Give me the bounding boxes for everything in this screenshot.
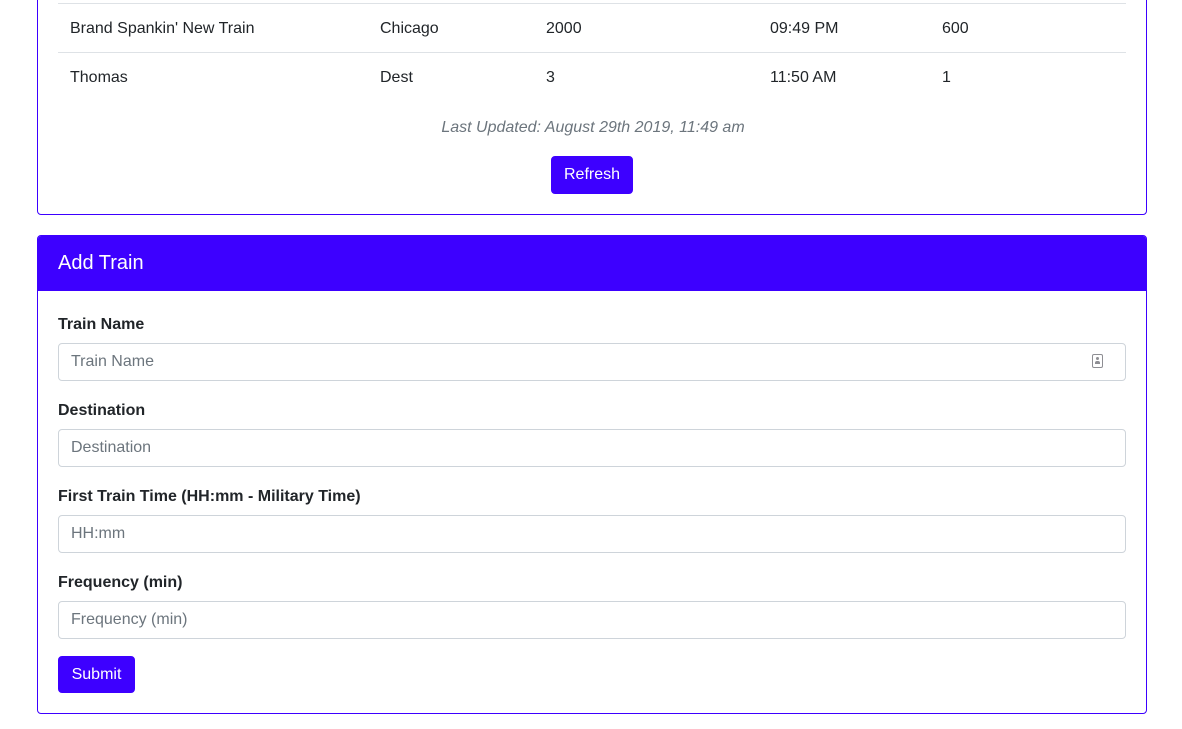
train-name-input[interactable] — [58, 343, 1126, 381]
contact-card-icon[interactable] — [1092, 354, 1103, 368]
train-name-cell: Brand Spankin' New Train — [70, 20, 255, 37]
last-updated-text: Last Updated: August 29th 2019, 11:49 am — [441, 119, 745, 136]
table-row: Brand Spankin' New Train Chicago 2000 09… — [58, 3, 1126, 52]
destination-label: Destination — [58, 402, 146, 419]
first-train-time-label: First Train Time (HH:mm - Military Time) — [58, 488, 361, 505]
destination-input[interactable] — [58, 429, 1126, 467]
frequency-input[interactable] — [58, 601, 1126, 639]
frequency-cell: 3 — [546, 69, 555, 86]
next-arrival-cell: 11:50 AM — [770, 69, 837, 86]
first-train-time-input[interactable] — [58, 515, 1126, 553]
add-train-header: Add Train — [38, 236, 1146, 291]
add-train-card: Add Train Train Name Destination First T… — [37, 235, 1147, 714]
table-row: Thomas Dest 3 11:50 AM 1 — [58, 52, 1126, 101]
destination-cell: Dest — [380, 69, 413, 86]
train-name-label: Train Name — [58, 316, 145, 333]
submit-button[interactable]: Submit — [58, 656, 135, 693]
train-schedule-card: Brand Spankin' New Train Chicago 2000 09… — [37, 0, 1147, 215]
minutes-away-cell: 600 — [942, 20, 969, 37]
minutes-away-cell: 1 — [942, 69, 951, 86]
next-arrival-cell: 09:49 PM — [770, 20, 839, 37]
frequency-label: Frequency (min) — [58, 574, 183, 591]
train-name-cell: Thomas — [70, 69, 128, 86]
train-name-field-wrap — [38, 343, 1146, 381]
destination-cell: Chicago — [380, 20, 439, 37]
frequency-cell: 2000 — [546, 20, 582, 37]
train-table: Brand Spankin' New Train Chicago 2000 09… — [58, 0, 1126, 89]
refresh-button[interactable]: Refresh — [551, 156, 633, 194]
